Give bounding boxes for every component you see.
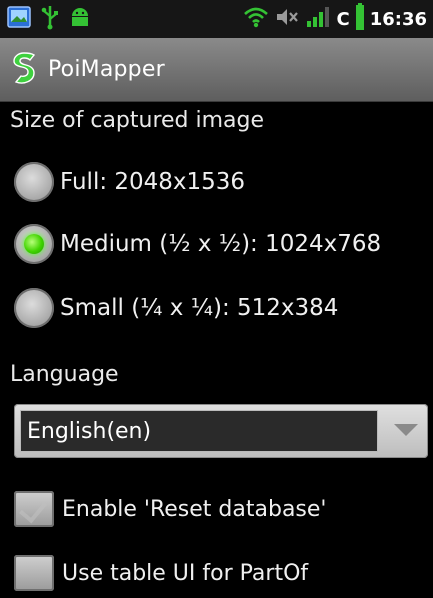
checkmark-icon: [19, 494, 47, 524]
checkbox-reset-database[interactable]: [14, 491, 54, 527]
status-time: 16:36: [369, 8, 427, 30]
usb-icon: [40, 4, 60, 34]
carrier-indicator: C: [336, 8, 350, 30]
checkbox-table-ui[interactable]: [14, 555, 54, 591]
radio-label-small: Small (¼ x ¼): 512x384: [60, 295, 339, 321]
app-title-bar: PoiMapper: [0, 38, 433, 102]
dropdown-arrow-icon[interactable]: [394, 424, 418, 436]
radio-button-full[interactable]: [14, 162, 54, 202]
language-selected-value: English(en): [20, 410, 378, 452]
checkbox-label-reset-database: Enable 'Reset database': [62, 496, 327, 522]
photo-notification-icon: [6, 4, 32, 34]
battery-icon: [355, 3, 365, 35]
muted-volume-icon: [274, 5, 300, 33]
radio-option-small[interactable]: Small (¼ x ¼): 512x384: [14, 286, 338, 330]
radio-button-small[interactable]: [14, 288, 54, 328]
radio-option-full[interactable]: Full: 2048x1536: [14, 160, 245, 204]
poimapper-logo-icon: [8, 51, 40, 89]
status-bar-left: [6, 4, 92, 34]
radio-label-full: Full: 2048x1536: [60, 169, 246, 195]
app-title: PoiMapper: [48, 57, 165, 82]
language-dropdown[interactable]: English(en): [14, 404, 428, 458]
status-bar: C 16:36: [0, 0, 433, 38]
wifi-icon: [243, 5, 269, 33]
radio-button-medium[interactable]: [14, 224, 54, 264]
checkbox-label-table-ui: Use table UI for PartOf: [62, 560, 309, 586]
android-debug-icon: [68, 4, 92, 34]
radio-option-medium[interactable]: Medium (½ x ½): 1024x768: [14, 222, 381, 266]
checkbox-row-table-ui[interactable]: Use table UI for PartOf: [14, 548, 308, 598]
signal-icon: [305, 5, 331, 33]
checkbox-row-reset-database[interactable]: Enable 'Reset database': [14, 484, 326, 534]
status-bar-right: C 16:36: [243, 3, 427, 35]
image-size-header: Size of captured image: [10, 108, 265, 133]
radio-label-medium: Medium (½ x ½): 1024x768: [60, 231, 382, 257]
language-header: Language: [10, 362, 119, 387]
